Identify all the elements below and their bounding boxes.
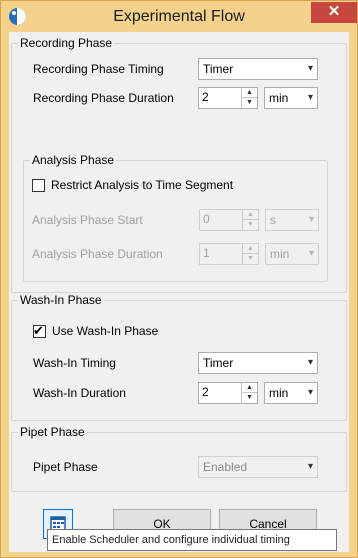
spin-down-icon[interactable]: ▼: [242, 393, 257, 403]
spin-down-icon[interactable]: ▼: [242, 98, 257, 108]
analysis-start-unit-select[interactable]: s ▾: [265, 209, 319, 231]
recording-duration-spinner[interactable]: 2 ▲ ▼: [198, 87, 258, 109]
close-button[interactable]: ✕: [311, 2, 357, 23]
recording-duration-unit-select[interactable]: min ▾: [264, 87, 318, 109]
pipet-phase-value: Enabled: [203, 460, 248, 474]
spin-buttons: ▲ ▼: [242, 210, 258, 230]
spin-buttons: ▲ ▼: [241, 383, 257, 403]
recording-timing-select[interactable]: Timer ▾: [198, 58, 318, 80]
spin-down-icon[interactable]: ▼: [243, 254, 258, 264]
washin-duration-spinner[interactable]: 2 ▲ ▼: [198, 382, 258, 404]
pipet-phase-label: Pipet Phase: [33, 460, 98, 474]
washin-phase-title: Wash-In Phase: [18, 293, 104, 307]
chevron-down-icon: ▾: [307, 63, 313, 74]
dialog-client-area: Recording Phase Recording Phase Timing T…: [9, 32, 349, 552]
use-washin-label: Use Wash-In Phase: [52, 324, 159, 338]
washin-duration-unit: min: [269, 386, 289, 400]
analysis-start-label: Analysis Phase Start: [32, 213, 143, 227]
pipet-phase-title: Pipet Phase: [18, 425, 87, 439]
analysis-start-spinner[interactable]: 0 ▲ ▼: [199, 209, 259, 231]
washin-duration-value: 2: [202, 385, 209, 399]
spin-up-icon[interactable]: ▲: [242, 383, 257, 393]
recording-duration-value: 2: [202, 90, 209, 104]
recording-timing-value: Timer: [203, 62, 234, 76]
restrict-analysis-label: Restrict Analysis to Time Segment: [51, 178, 234, 192]
pipet-phase-group: Pipet Phase Pipet Phase Enabled ▾: [11, 425, 347, 492]
chevron-down-icon: ▾: [308, 214, 314, 225]
spin-buttons: ▲ ▼: [241, 88, 257, 108]
recording-phase-group: Recording Phase Recording Phase Timing T…: [11, 36, 347, 293]
analysis-duration-value: 1: [203, 246, 210, 260]
spin-buttons: ▲ ▼: [242, 244, 258, 264]
recording-phase-title: Recording Phase: [18, 36, 115, 50]
analysis-duration-unit-select[interactable]: min ▾: [265, 243, 319, 265]
experimental-flow-window: Experimental Flow ✕ Recording Phase Reco…: [0, 0, 358, 558]
washin-timing-value: Timer: [203, 356, 234, 370]
recording-duration-label: Recording Phase Duration: [33, 91, 174, 105]
spin-down-icon[interactable]: ▼: [243, 220, 258, 230]
recording-duration-unit: min: [269, 91, 289, 105]
spin-up-icon[interactable]: ▲: [243, 244, 258, 254]
window-title: Experimental Flow: [113, 8, 245, 25]
analysis-duration-label: Analysis Phase Duration: [32, 247, 163, 261]
washin-duration-unit-select[interactable]: min ▾: [264, 382, 318, 404]
spin-up-icon[interactable]: ▲: [243, 210, 258, 220]
chevron-down-icon: ▾: [308, 248, 314, 259]
washin-timing-label: Wash-In Timing: [33, 356, 116, 370]
pipet-phase-select[interactable]: Enabled ▾: [198, 456, 318, 478]
washin-duration-label: Wash-In Duration: [33, 386, 126, 400]
chevron-down-icon: ▾: [307, 357, 313, 368]
app-icon: [9, 8, 26, 25]
use-washin-checkbox[interactable]: ✔: [33, 323, 46, 338]
scheduler-tooltip: Enable Scheduler and configure individua…: [47, 529, 337, 551]
recording-timing-label: Recording Phase Timing: [33, 62, 164, 76]
chevron-down-icon: ▾: [307, 92, 313, 103]
title-bar[interactable]: Experimental Flow ✕: [1, 1, 357, 32]
spin-up-icon[interactable]: ▲: [242, 88, 257, 98]
chevron-down-icon: ▾: [307, 461, 313, 472]
washin-timing-select[interactable]: Timer ▾: [198, 352, 318, 374]
analysis-duration-spinner[interactable]: 1 ▲ ▼: [199, 243, 259, 265]
restrict-analysis-checkbox[interactable]: [32, 179, 45, 192]
analysis-phase-title: Analysis Phase: [30, 153, 117, 167]
analysis-start-value: 0: [203, 212, 210, 226]
analysis-duration-unit: min: [270, 247, 290, 261]
analysis-start-unit: s: [270, 213, 276, 227]
analysis-phase-group: Analysis Phase Restrict Analysis to Time…: [23, 153, 328, 282]
checkmark-icon: ✔: [33, 323, 44, 338]
chevron-down-icon: ▾: [307, 387, 313, 398]
washin-phase-group: Wash-In Phase ✔ Use Wash-In Phase Wash-I…: [11, 293, 347, 421]
